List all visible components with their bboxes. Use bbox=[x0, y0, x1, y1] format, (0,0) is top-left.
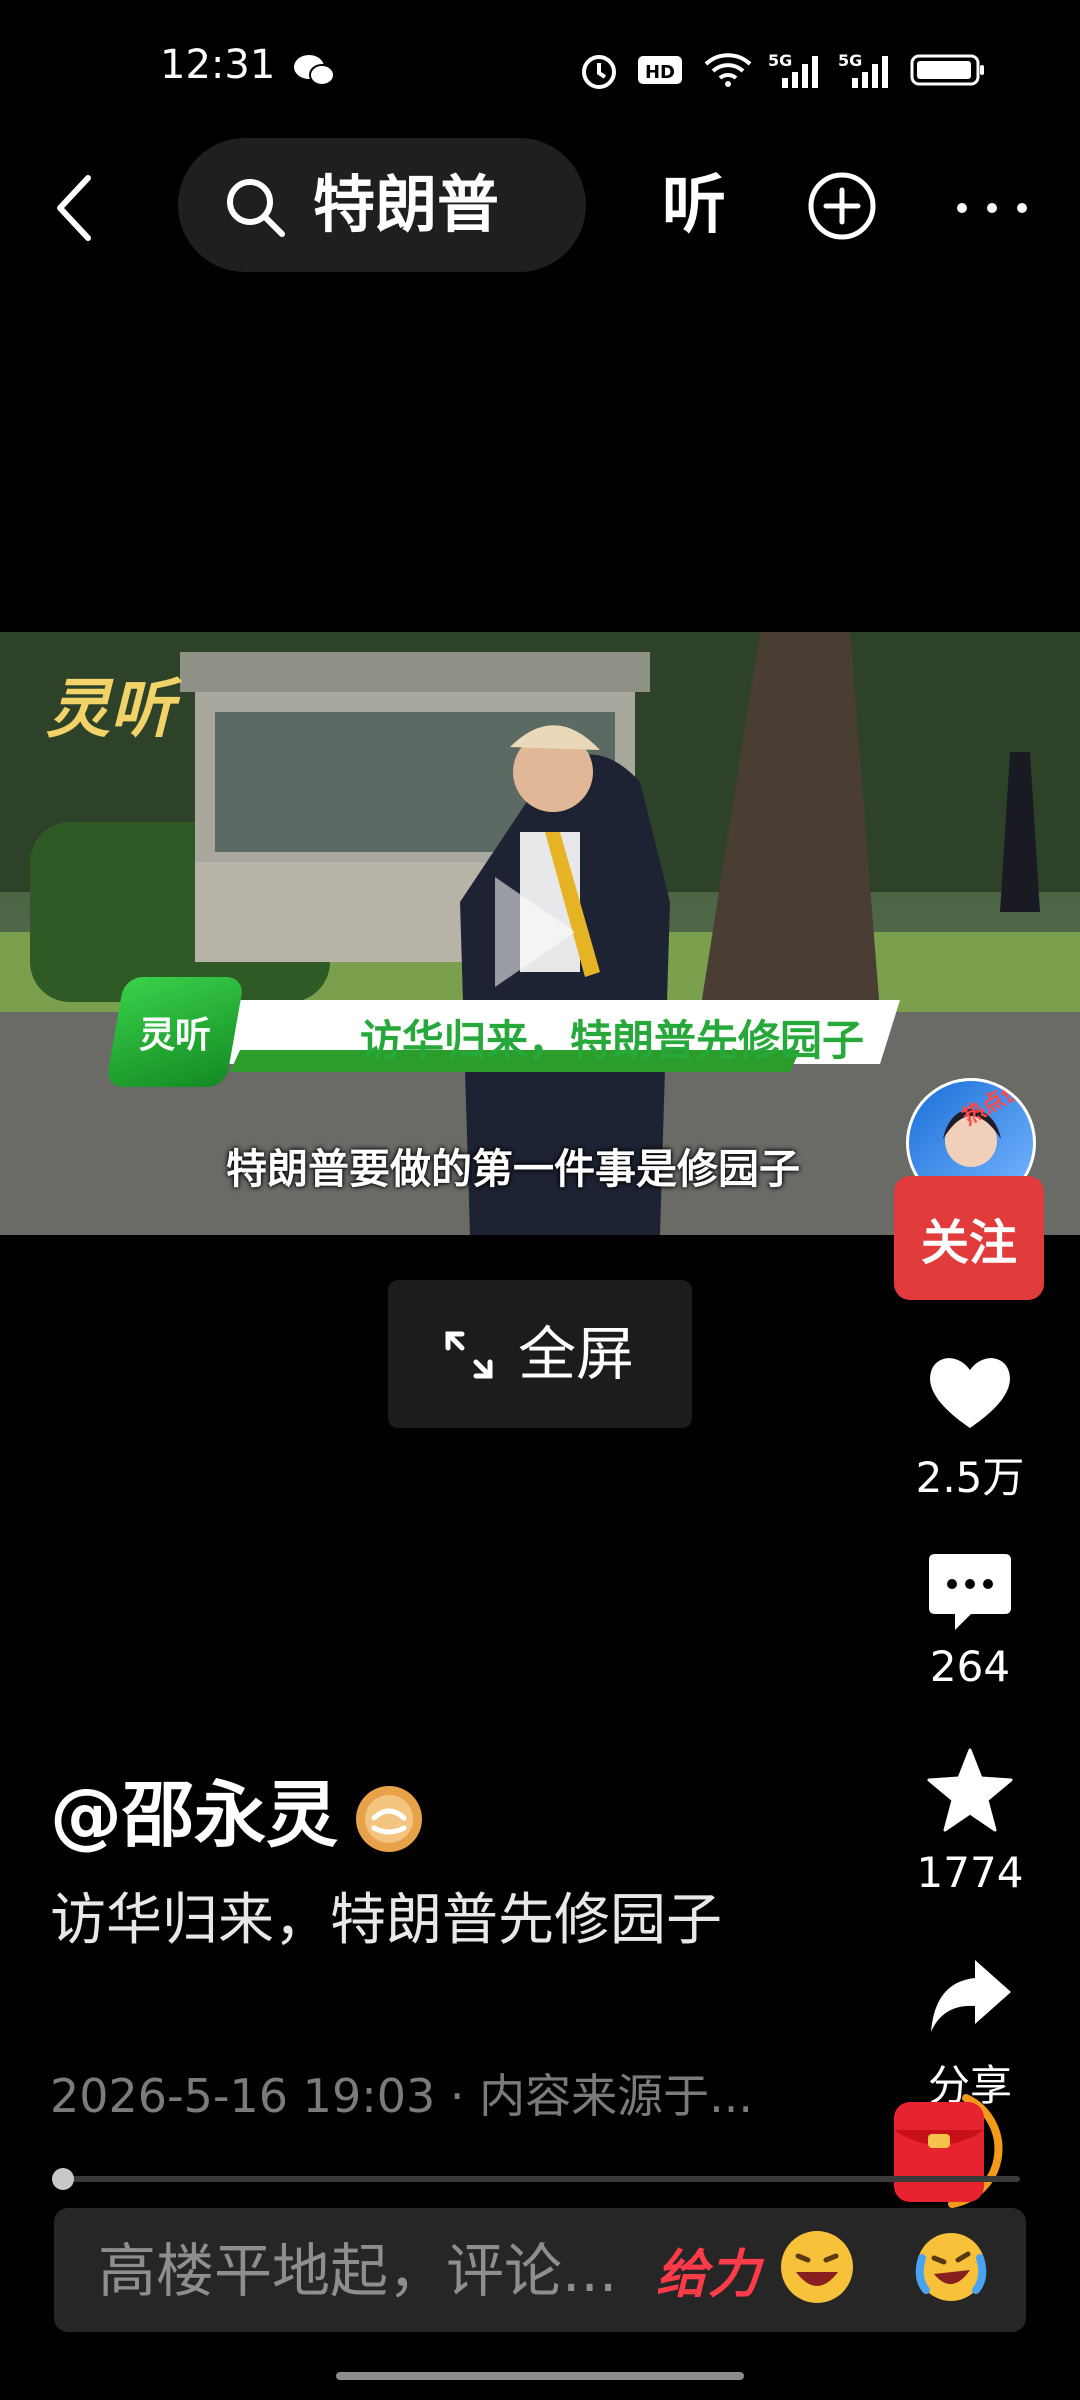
home-indicator[interactable] bbox=[336, 2372, 744, 2380]
comment-input[interactable]: 高楼平地起，评论... bbox=[98, 2236, 617, 2306]
comment-bar[interactable]: 高楼平地起，评论... 给力 bbox=[54, 2208, 1026, 2332]
alarm-icon bbox=[582, 55, 616, 89]
search-query: 特朗普 bbox=[313, 168, 500, 241]
share-icon[interactable] bbox=[925, 1952, 1015, 2042]
like-count: 2.5万 bbox=[915, 1453, 1025, 1502]
hd-icon: HD bbox=[638, 56, 682, 84]
cry-laugh-emoji-icon[interactable] bbox=[912, 2228, 990, 2306]
like-icon[interactable] bbox=[925, 1346, 1015, 1436]
wechat-icon bbox=[294, 55, 335, 86]
more-icon[interactable] bbox=[954, 196, 1030, 220]
overlay-badge-text: 灵听 bbox=[138, 1015, 211, 1056]
post-meta[interactable]: 2026-5-16 19:03 · 内容来源于... bbox=[50, 2060, 753, 2126]
overlay-title: 访华归来，特朗普先修园子 bbox=[360, 1016, 865, 1065]
progress-knob[interactable] bbox=[52, 2168, 74, 2190]
laugh-emoji-icon[interactable] bbox=[778, 2228, 856, 2306]
video-caption: 特朗普要做的第一件事是修园子 bbox=[226, 1145, 800, 1193]
status-time: 12:31 bbox=[160, 42, 276, 88]
watermark-logo: 灵听 bbox=[46, 672, 174, 747]
comment-icon[interactable] bbox=[925, 1548, 1015, 1638]
sticker-button[interactable]: 给力 bbox=[656, 2232, 760, 2307]
post-description: 访华归来，特朗普先修园子 bbox=[50, 1888, 722, 1953]
search-box[interactable]: 特朗普 bbox=[178, 138, 586, 272]
wifi-icon bbox=[704, 53, 752, 87]
favorite-icon[interactable] bbox=[925, 1746, 1015, 1836]
author-name[interactable]: @邵永灵 bbox=[50, 1770, 338, 1860]
expand-icon bbox=[445, 1331, 493, 1379]
listen-button[interactable]: 听 bbox=[662, 168, 726, 244]
svg-text:5G: 5G bbox=[838, 51, 862, 70]
svg-text:5G: 5G bbox=[768, 51, 792, 70]
progress-bar[interactable] bbox=[60, 2176, 1020, 2182]
overlay-badge: 灵听 bbox=[105, 977, 245, 1087]
fullscreen-label: 全屏 bbox=[518, 1320, 635, 1388]
red-packet-icon[interactable] bbox=[886, 2090, 1024, 2210]
svg-text:HD: HD bbox=[645, 62, 675, 83]
fullscreen-button[interactable]: 全屏 bbox=[388, 1280, 692, 1428]
follow-button[interactable]: 关注 bbox=[894, 1176, 1044, 1300]
signal-5g-icon: 5G bbox=[838, 51, 888, 88]
comment-count: 264 bbox=[929, 1642, 1011, 1691]
back-button[interactable] bbox=[48, 168, 104, 248]
play-icon[interactable] bbox=[490, 872, 580, 992]
signal-5g-icon: 5G bbox=[768, 51, 818, 88]
favorite-count: 1774 bbox=[916, 1848, 1024, 1897]
battery-icon bbox=[910, 54, 984, 86]
search-icon bbox=[227, 179, 285, 237]
verified-badge-icon bbox=[356, 1786, 422, 1852]
add-icon[interactable] bbox=[806, 170, 878, 242]
